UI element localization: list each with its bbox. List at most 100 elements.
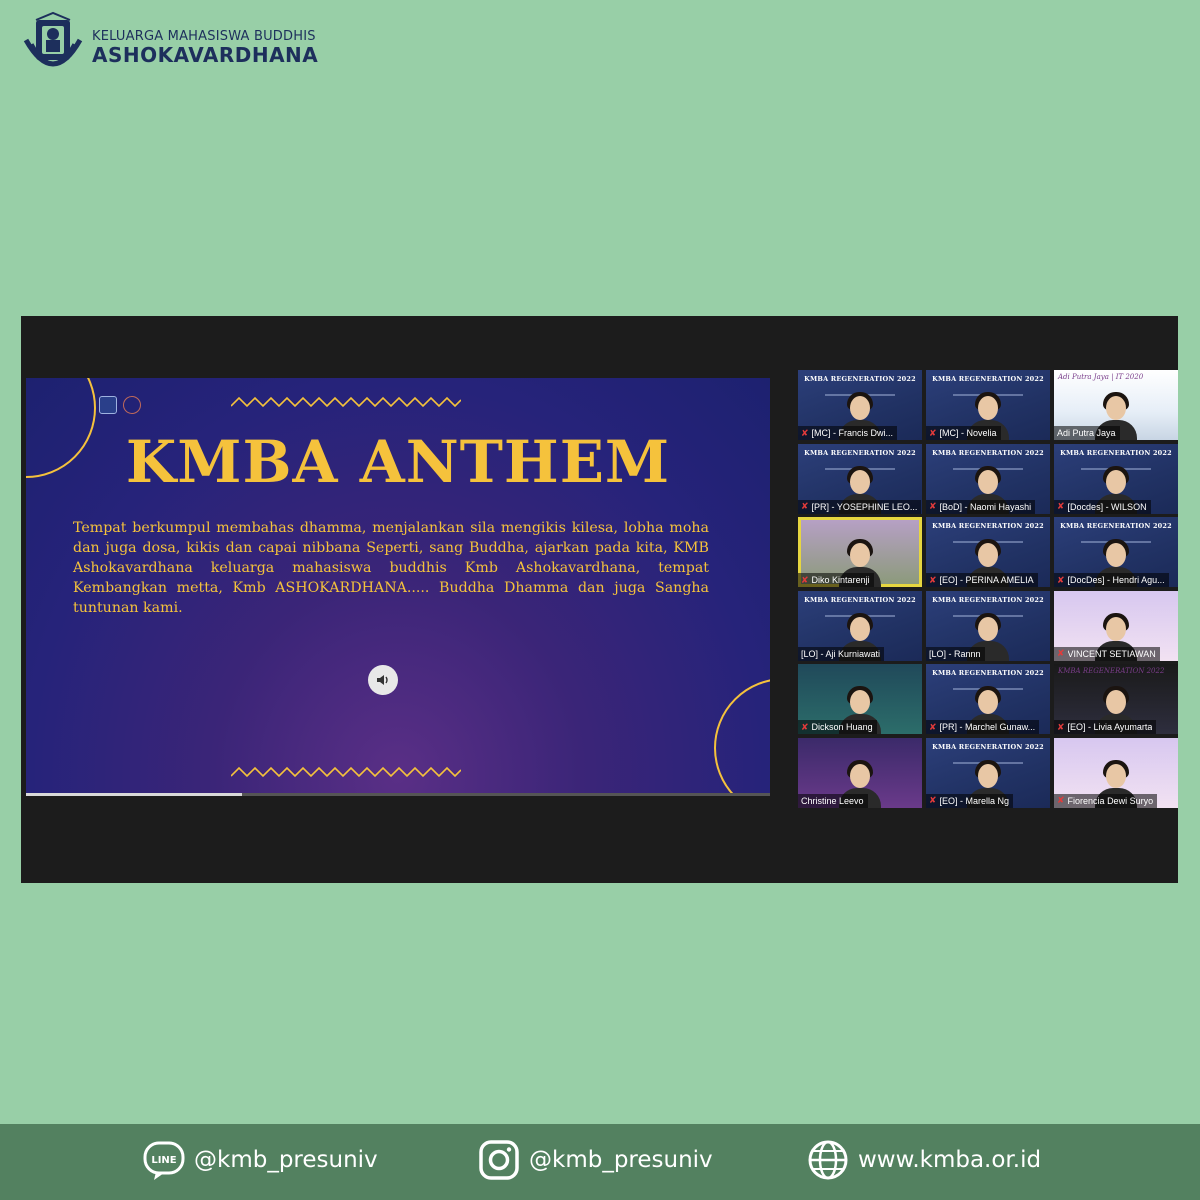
participant-name: [MC] - Francis Dwi... [811, 428, 894, 438]
tile-background-heading: KMBA REGENERATION 2022 [804, 595, 916, 604]
anthem-lyrics: Tempat berkumpul membahas dhamma, menjal… [73, 520, 709, 616]
mic-muted-icon: ✘ [1057, 574, 1065, 585]
slide-title: KMBA ANTHEM [125, 428, 671, 496]
participant-name-label: ✘ [MC] - Francis Dwi... [798, 426, 898, 440]
participant-tile[interactable]: KMBA REGENERATION 2022 ✘ [MC] - Francis Dw… [798, 370, 922, 440]
speaker-icon[interactable] [368, 665, 398, 695]
slide-logos [99, 396, 141, 414]
tile-background-heading: KMBA REGENERATION 2022 [804, 375, 916, 383]
tile-subheading-line [798, 604, 922, 617]
participant-name: Dickson Huang [811, 722, 873, 733]
tile-background-heading: KMBA REGENERATION 2022 [932, 375, 1044, 383]
instagram-contact[interactable]: @kmb_presuniv [477, 1138, 713, 1182]
tile-subheading-line [926, 457, 1050, 470]
participant-tile[interactable]: KMBA REGENERATION 2022 ✘ [Docdes] - WILSON [1054, 443, 1178, 514]
brand-logo: KELUARGA MAHASISWA BUDDHIS ASHOKAVARDHAN… [22, 10, 318, 86]
participant-name: [LO] - Aji Kurniawati [801, 648, 881, 659]
zigzag-decoration [231, 766, 461, 778]
participant-name-label: ✘ [BoD] - Naomi Hayashi [926, 499, 1036, 514]
mic-muted-icon: ✘ [801, 721, 809, 732]
mic-muted-icon: ✘ [929, 574, 937, 585]
participant-name: [EO] - Marella Ng [939, 795, 1010, 806]
participant-tile[interactable]: KMBA REGENERATION 2022 [LO] - Rannn [926, 590, 1050, 661]
participant-tile[interactable]: KMBA REGENERATION 2022 ✘ [EO] - Livia Ayum… [1054, 664, 1178, 735]
participant-gallery: KMBA REGENERATION 2022 ✘ [MC] - Francis Dw… [798, 370, 1178, 808]
participant-tile[interactable]: KMBA REGENERATION 2022 ✘ [DocDes] - Hendri… [1054, 517, 1178, 588]
participant-name: [MC] - Novelia [939, 428, 997, 438]
tile-background-heading: KMBA REGENERATION 2022 [932, 522, 1044, 531]
zigzag-decoration [231, 396, 461, 408]
tile-subheading-line [1054, 530, 1178, 544]
participant-name: [DocDes] - Hendri Agu... [1067, 575, 1165, 586]
brand-subtitle: KELUARGA MAHASISWA BUDDHIS [92, 28, 316, 44]
mic-muted-icon: ✘ [1057, 721, 1065, 732]
participant-tile[interactable]: Christine Leevo [798, 737, 922, 808]
participant-tile[interactable]: KMBA REGENERATION 2022 ✘ [EO] - PERINA AME… [926, 517, 1050, 588]
mic-muted-icon: ✘ [929, 501, 937, 512]
participant-name-label: ✘ Diko Kintarenji [798, 573, 874, 588]
line-handle: @kmb_presuniv [194, 1147, 378, 1173]
brand-title: ASHOKAVARDHANA [92, 43, 319, 68]
participant-name-label: [LO] - Rannn [926, 646, 985, 661]
playback-progress-bar[interactable] [26, 793, 770, 796]
participant-tile[interactable]: KMBA REGENERATION 2022 ✘ [PR] - Marchel Gu… [926, 664, 1050, 735]
participant-name: [PR] - Marchel Gunaw... [939, 722, 1036, 733]
participant-name-label: ✘ Fiorencia Dewi Suryo [1054, 793, 1158, 808]
website-url: www.kmba.or.id [858, 1147, 1042, 1173]
svg-text:LINE: LINE [151, 1155, 176, 1166]
participant-name: [PR] - YOSEPHINE LEO... [811, 501, 918, 512]
line-contact[interactable]: LINE @kmb_presuniv [142, 1138, 378, 1182]
participant-name-label: ✘ [PR] - YOSEPHINE LEO... [798, 499, 922, 514]
participant-name: Diko Kintarenji [811, 575, 870, 586]
mic-muted-icon: ✘ [1057, 501, 1065, 512]
participant-name-label: ✘ [EO] - Marella Ng [926, 793, 1014, 808]
participant-name: [BoD] - Naomi Hayashi [939, 501, 1032, 512]
website-link[interactable]: www.kmba.or.id [806, 1138, 1041, 1182]
participant-tile[interactable]: ✘ Dickson Huang [798, 664, 922, 735]
participant-tile[interactable]: ✘ VINCENT SETIAWAN [1054, 590, 1178, 661]
tile-subheading-line [798, 383, 922, 396]
participant-tile[interactable]: KMBA REGENERATION 2022 ✘ [PR] - YOSEPHINE … [798, 443, 922, 514]
participant-name: Christine Leevo [801, 795, 864, 806]
participant-name-label: ✘ [EO] - Livia Ayumarta [1054, 720, 1157, 735]
participant-name: [EO] - PERINA AMELIA [939, 575, 1034, 586]
video-meeting-window: KMBA ANTHEM Tempat berkumpul membahas dh… [21, 316, 1178, 883]
mic-muted-icon: ✘ [929, 721, 937, 732]
tile-background-heading: KMBA REGENERATION 2022 [932, 742, 1044, 751]
participant-tile[interactable]: Adi Putra Jaya | IT 2020 Adi Putra Jaya [1054, 370, 1178, 440]
participant-name: Adi Putra Jaya [1057, 428, 1116, 438]
tile-subheading-line [798, 457, 922, 470]
footer-social-bar: LINE @kmb_presuniv @kmb_presuniv www.kmb… [0, 1124, 1200, 1200]
participant-tile[interactable]: KMBA REGENERATION 2022 ✘ [BoD] - Naomi Hay… [926, 443, 1050, 514]
participant-name-label: Christine Leevo [798, 793, 868, 808]
tile-background-heading: KMBA REGENERATION 2022 [932, 669, 1044, 678]
participant-name: [Docdes] - WILSON [1067, 501, 1147, 512]
instagram-handle: @kmb_presuniv [529, 1147, 713, 1173]
tile-background-heading: KMBA REGENERATION 2022 [1058, 667, 1165, 676]
mic-muted-icon: ✘ [1057, 648, 1065, 659]
tile-background-heading: KMBA REGENERATION 2022 [932, 448, 1044, 457]
tile-subheading-line [926, 751, 1050, 764]
participant-name-label: Adi Putra Jaya [1054, 426, 1120, 440]
participant-name-label: ✘ [MC] - Novelia [926, 426, 1001, 440]
participant-tile[interactable]: ✘ Fiorencia Dewi Suryo [1054, 737, 1178, 808]
tile-background-heading: KMBA REGENERATION 2022 [1060, 448, 1172, 457]
participant-tile[interactable]: KMBA REGENERATION 2022 ✘ [MC] - Novelia [926, 370, 1050, 440]
participant-tile[interactable]: ✘ Diko Kintarenji [798, 517, 922, 588]
participant-name: [LO] - Rannn [929, 648, 981, 659]
playback-progress-fill [26, 793, 242, 796]
mic-muted-icon: ✘ [929, 795, 937, 806]
ashokavardhana-seal-icon [22, 10, 84, 86]
mic-muted-icon: ✘ [929, 427, 937, 438]
decorative-arc [714, 678, 770, 796]
mic-muted-icon: ✘ [1057, 795, 1065, 806]
mic-muted-icon: ✘ [801, 501, 809, 512]
tile-subheading-line [926, 604, 1050, 617]
participant-name-label: ✘ Dickson Huang [798, 720, 877, 735]
globe-icon [806, 1138, 850, 1182]
mic-muted-icon: ✘ [801, 427, 809, 438]
participant-tile[interactable]: KMBA REGENERATION 2022 [LO] - Aji Kurniaw… [798, 590, 922, 661]
participant-name: VINCENT SETIAWAN [1067, 648, 1156, 659]
instagram-icon [477, 1138, 521, 1182]
participant-tile[interactable]: KMBA REGENERATION 2022 ✘ [EO] - Marella Ng [926, 737, 1050, 808]
